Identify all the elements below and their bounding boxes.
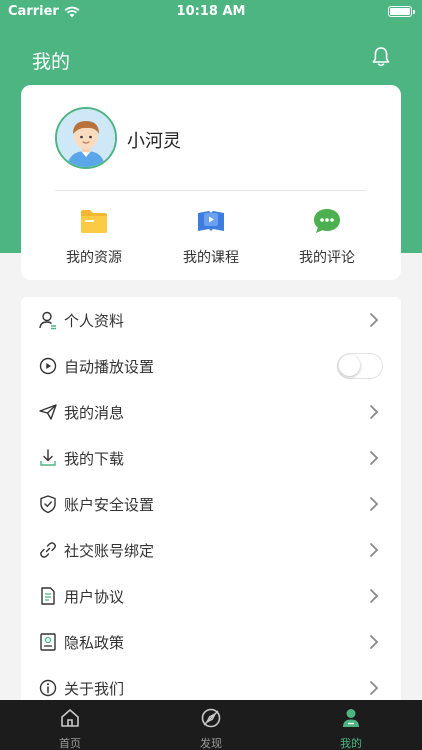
autoplay-toggle[interactable] [337, 353, 383, 379]
shortcut-label: 我的资源 [66, 250, 122, 266]
menu-item-social-binding[interactable]: 社交账号绑定 [21, 527, 401, 573]
tab-label: 首页 [59, 737, 81, 750]
bottom-tab-bar: 首页 发现 我的 [0, 700, 422, 750]
chevron-right-icon [370, 405, 379, 419]
compass-icon [201, 708, 221, 728]
clock: 10:18 AM [176, 4, 246, 19]
menu-item-label: 自动播放设置 [64, 357, 155, 376]
shortcut-my-comments[interactable]: 我的评论 [272, 207, 382, 267]
menu-item-autoplay: 自动播放设置 [21, 343, 401, 389]
folder-icon [81, 210, 107, 233]
privacy-document-icon [40, 633, 56, 651]
person-icon [343, 709, 359, 727]
chevron-right-icon [370, 451, 379, 465]
menu-item-label: 账户安全设置 [64, 495, 155, 514]
menu-item-messages[interactable]: 我的消息 [21, 389, 401, 435]
tab-home[interactable]: 首页 [25, 707, 115, 750]
chevron-right-icon [370, 497, 379, 511]
shortcut-my-courses[interactable]: 我的课程 [156, 207, 266, 267]
battery-icon [388, 6, 415, 17]
tab-mine[interactable]: 我的 [306, 707, 396, 750]
download-icon [40, 449, 56, 466]
play-circle-icon [39, 357, 57, 375]
chevron-right-icon [370, 543, 379, 557]
menu-item-downloads[interactable]: 我的下载 [21, 435, 401, 481]
menu-item-label: 用户协议 [64, 587, 125, 606]
tab-label: 我的 [340, 737, 362, 750]
menu-item-user-agreement[interactable]: 用户协议 [21, 573, 401, 619]
shortcut-label: 我的课程 [183, 250, 239, 266]
user-profile-icon [39, 311, 56, 330]
shortcut-label: 我的评论 [299, 250, 355, 266]
shortcut-my-resources[interactable]: 我的资源 [39, 207, 149, 267]
divider [55, 190, 367, 191]
link-icon [40, 542, 56, 558]
profile-card: 小河灵 我的资源 我的课程 我的评论 [21, 85, 401, 280]
chevron-right-icon [370, 313, 379, 327]
paper-plane-icon [39, 404, 57, 420]
bell-icon[interactable] [371, 46, 391, 68]
menu-item-account-security[interactable]: 账户安全设置 [21, 481, 401, 527]
home-icon [61, 709, 79, 727]
chevron-right-icon [370, 681, 379, 695]
status-bar: Carrier 10:18 AM [0, 0, 422, 24]
document-icon [41, 587, 55, 605]
avatar[interactable] [55, 107, 117, 169]
menu-item-profile[interactable]: 个人资料 [21, 297, 401, 343]
menu-item-label: 关于我们 [64, 679, 125, 698]
book-video-icon [198, 211, 224, 231]
chevron-right-icon [370, 589, 379, 603]
menu-item-label: 我的下载 [64, 449, 125, 468]
shield-check-icon [40, 495, 56, 514]
toggle-knob [339, 355, 360, 376]
tab-discover[interactable]: 发现 [166, 707, 256, 750]
menu-item-label: 我的消息 [64, 403, 125, 422]
comment-bubble-icon [314, 209, 340, 233]
settings-menu: 个人资料 自动播放设置 我的消息 我的下载 账户安全设置 社交账号绑定 用户协议… [21, 297, 401, 707]
username: 小河灵 [127, 131, 181, 152]
menu-item-privacy-policy[interactable]: 隐私政策 [21, 619, 401, 665]
menu-item-label: 个人资料 [64, 311, 125, 330]
menu-item-label: 隐私政策 [64, 633, 125, 652]
page-title: 我的 [32, 51, 71, 73]
menu-item-label: 社交账号绑定 [64, 541, 155, 560]
info-circle-icon [39, 679, 57, 697]
avatar-boy-icon [57, 109, 115, 167]
tab-label: 发现 [200, 737, 222, 750]
chevron-right-icon [370, 635, 379, 649]
